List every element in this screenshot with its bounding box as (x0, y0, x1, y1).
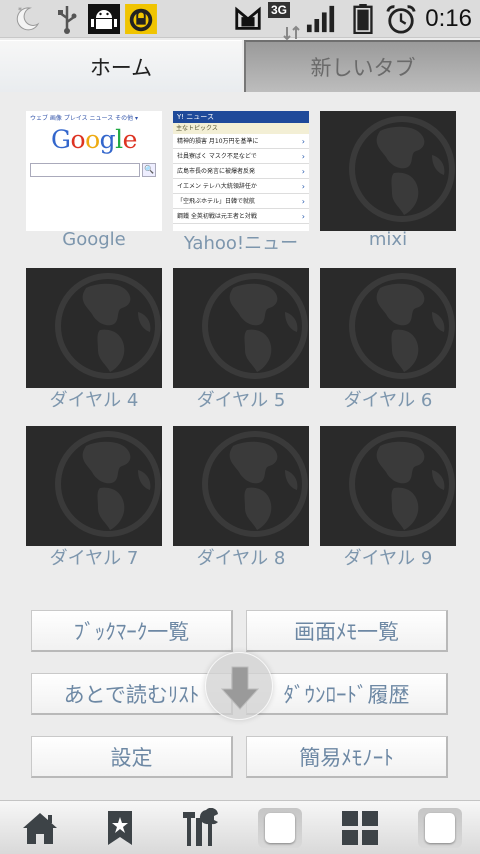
grid-button[interactable] (330, 805, 390, 851)
battery-icon (353, 4, 373, 34)
globe-thumbnail (26, 426, 162, 546)
google-logo: Google (51, 125, 137, 154)
globe-icon (55, 273, 161, 379)
svg-text:*: * (18, 6, 22, 15)
home-button[interactable] (10, 805, 70, 851)
globe-icon (349, 431, 455, 537)
globe-icon (349, 273, 455, 379)
download-history-button[interactable]: ﾀﾞｳﾝﾛｰﾄﾞ履歴 (246, 673, 448, 715)
globe-thumbnail (173, 268, 309, 388)
tools-button[interactable] (170, 805, 230, 851)
yahoo-row: 広島市長の発言に被爆者反発 › (173, 164, 309, 179)
tabs-button[interactable] (410, 805, 470, 851)
sim-icon (235, 6, 261, 30)
tab-bar: ホーム 新しいタブ (0, 40, 480, 92)
google-nav-links: ウェブ 画像 プレイス ニュース その他 ▾ (30, 115, 139, 122)
yahoo-row: 社員寮ばく マスク不足などで › (173, 149, 309, 164)
globe-icon (202, 273, 308, 379)
tab-home[interactable]: ホーム (0, 40, 242, 92)
dial-label: mixi (368, 229, 408, 250)
status-time: 0:16 (425, 5, 472, 32)
network-type: 3G (268, 2, 291, 18)
yahoo-subheader: 主なトピックス (173, 123, 309, 134)
dial-9[interactable]: ダイヤル 9 (320, 426, 456, 569)
dial-5[interactable]: ダイヤル 5 (173, 268, 309, 411)
bookmark-button[interactable] (90, 805, 150, 851)
status-bar: * 3G 0:16 (0, 0, 480, 41)
dial-mixi[interactable]: mixi (320, 111, 456, 251)
dial-label: ダイヤル 5 (196, 390, 286, 411)
search-icon: 🔍 (142, 163, 156, 177)
yahoo-row: 鋼鐵 全英初戦は元王者と対戦 › (173, 209, 309, 224)
bottom-toolbar (0, 800, 480, 854)
home-icon (23, 813, 57, 844)
bookmarks-list-button[interactable]: ﾌﾞｯｸﾏｰｸ一覧 (31, 610, 233, 652)
dial-8[interactable]: ダイヤル 8 (173, 426, 309, 569)
dial-yahoo-news[interactable]: Y! ニュース 主なトピックス 精神的損害 月10万円を基準に › 社員寮ばく マ… (173, 111, 309, 254)
speed-dial-grid: ウェブ 画像 プレイス ニュース その他 ▾ Google 🔍 Google Y… (0, 92, 480, 582)
screen-memo-list-button[interactable]: 画面ﾒﾓ一覧 (246, 610, 448, 652)
easy-memo-note-button[interactable]: 簡易ﾒﾓﾉｰﾄ (246, 736, 448, 778)
dial-google[interactable]: ウェブ 画像 プレイス ニュース その他 ▾ Google 🔍 Google (26, 111, 162, 251)
google-thumbnail: ウェブ 画像 プレイス ニュース その他 ▾ Google 🔍 (26, 111, 162, 231)
dial-4[interactable]: ダイヤル 4 (26, 268, 162, 411)
dial-label: Yahoo!ニュー (183, 233, 299, 254)
signal-icon (306, 5, 335, 33)
globe-icon (349, 116, 455, 222)
bookmark-icon (108, 811, 132, 845)
read-later-list-button[interactable]: あとで読むﾘｽﾄ (31, 673, 233, 715)
google-search-box (30, 163, 140, 177)
globe-thumbnail (320, 111, 456, 231)
dial-6[interactable]: ダイヤル 6 (320, 268, 456, 411)
dial-label: ダイヤル 6 (343, 390, 433, 411)
dial-7[interactable]: ダイヤル 7 (26, 426, 162, 569)
alarm-icon (386, 5, 416, 34)
tab-new-tab[interactable]: 新しいタブ (244, 40, 480, 92)
android-debug-icon (88, 4, 120, 34)
globe-icon (55, 431, 161, 537)
lock-app-icon (125, 4, 157, 34)
dial-label: ダイヤル 9 (343, 548, 433, 569)
globe-thumbnail (26, 268, 162, 388)
moon-icon: * (16, 6, 40, 31)
globe-thumbnail (320, 426, 456, 546)
grid-icon (342, 811, 378, 845)
yahoo-row: 「空飛ぶホテル」日韓で就航 › (173, 194, 309, 209)
window-button[interactable] (250, 805, 310, 851)
yahoo-header: Y! ニュース (173, 111, 309, 123)
yahoo-row: イエメン テレハ大統領辞任か › (173, 179, 309, 194)
usb-icon (58, 6, 77, 34)
window-alt-icon (418, 808, 462, 848)
globe-thumbnail (173, 426, 309, 546)
globe-icon (202, 431, 308, 537)
dial-label: Google (62, 229, 126, 250)
scroll-down-button[interactable] (205, 652, 273, 720)
arrow-down-icon (220, 666, 260, 710)
window-icon (258, 808, 302, 848)
dial-label: ダイヤル 8 (196, 548, 286, 569)
globe-thumbnail (320, 268, 456, 388)
yahoo-row: 精神的損害 月10万円を基準に › (173, 134, 309, 149)
tools-icon (183, 808, 218, 846)
dial-label: ダイヤル 4 (49, 390, 139, 411)
dial-label: ダイヤル 7 (49, 548, 139, 569)
yahoo-thumbnail: Y! ニュース 主なトピックス 精神的損害 月10万円を基準に › 社員寮ばく マ… (173, 111, 309, 231)
settings-button[interactable]: 設定 (31, 736, 233, 778)
